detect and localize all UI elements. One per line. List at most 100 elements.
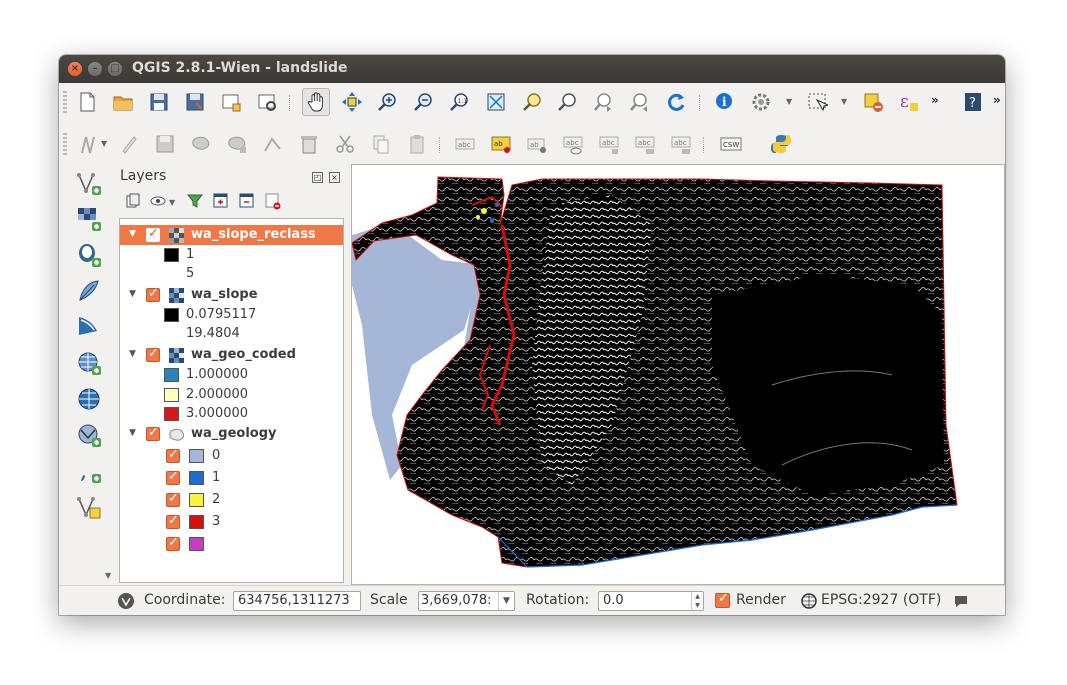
open-project-icon[interactable] [109,88,137,116]
zoom-out-icon[interactable] [410,88,438,116]
change-label-icon[interactable]: abc [667,130,695,158]
close-panel-button[interactable]: × [329,172,340,183]
category-checkbox[interactable] [166,491,180,507]
deselect-icon[interactable] [859,88,887,116]
legend-item[interactable]: 3 [120,512,343,532]
add-group-icon[interactable] [123,191,143,211]
crs-status[interactable]: EPSG:2927 (OTF) [821,592,941,608]
move-feature-icon[interactable] [223,130,251,158]
rotate-label-icon[interactable]: abc [631,130,659,158]
legend-item: 2.000000 [120,385,343,405]
category-checkbox[interactable] [166,513,180,529]
messages-icon[interactable] [117,592,135,610]
save-project-icon[interactable] [145,88,173,116]
pan-to-selection-icon[interactable] [338,88,366,116]
render-checkbox[interactable] [715,591,730,608]
measure-icon[interactable] [747,88,775,116]
legend-item[interactable]: 0 [120,446,343,466]
add-wms-layer-icon[interactable] [75,349,103,377]
add-mssql-layer-icon[interactable] [75,313,103,341]
filter-legend-icon[interactable] [185,191,205,211]
zoom-full-icon[interactable] [482,88,510,116]
layer-row-wa-geo-coded[interactable]: ▼ wa_geo_coded [120,345,343,365]
zoom-in-icon[interactable] [374,88,402,116]
window-title: QGIS 2.8.1-Wien - landslide [132,60,348,76]
pin-label-icon[interactable]: ab [523,130,551,158]
manage-visibility-icon[interactable] [149,191,169,211]
legend-item[interactable]: 1 [120,468,343,488]
log-messages-icon[interactable] [953,594,969,608]
svg-text:ε: ε [900,92,909,112]
layer-visibility-checkbox[interactable] [146,425,160,441]
collapse-all-icon[interactable] [237,191,257,211]
epsilon-icon[interactable]: ε [895,88,923,116]
svg-text:abc: abc [638,139,651,147]
zoom-native-icon[interactable]: 1:1 [446,88,474,116]
add-raster-layer-icon[interactable] [75,205,103,233]
map-canvas[interactable] [351,164,1005,585]
label-tool-icon[interactable]: abc [451,130,479,158]
legend-item: 1 [120,245,343,265]
add-wfs-layer-icon[interactable] [75,421,103,449]
zoom-last-icon[interactable] [554,88,582,116]
legend-item[interactable] [120,534,343,554]
expand-all-icon[interactable] [211,191,231,211]
add-delimited-text-icon[interactable]: , [75,457,103,485]
zoom-next-icon[interactable] [590,88,618,116]
add-postgis-layer-icon[interactable] [75,241,103,269]
layer-row-wa-geology[interactable]: ▼ wa_geology [120,424,343,444]
show-label-icon[interactable]: abc [559,130,587,158]
composer-manager-icon[interactable] [253,88,281,116]
legend-swatch [189,449,204,463]
rotation-spinbox[interactable]: 0.0 ▲ ▼ [598,591,704,611]
close-window-button[interactable]: × [68,62,82,76]
category-checkbox[interactable] [166,447,180,463]
category-checkbox[interactable] [166,469,180,485]
refresh-icon[interactable] [662,88,690,116]
new-print-composer-icon[interactable] [217,88,245,116]
add-wcs-layer-icon[interactable] [75,385,103,413]
maximize-window-button[interactable]: □ [108,62,122,76]
zoom-next2-icon[interactable] [626,88,654,116]
layer-visibility-checkbox[interactable] [146,286,160,302]
copy-icon[interactable] [367,130,395,158]
python-icon[interactable] [767,130,795,158]
scale-combobox[interactable]: :3,669,078 ▼ [418,591,515,611]
csw-icon[interactable]: CSW [717,130,745,158]
save-as-icon[interactable] [181,88,209,116]
toolbar-grip-2[interactable] [63,133,67,155]
digitize-icon[interactable] [75,130,103,158]
layer-visibility-checkbox[interactable] [146,346,160,362]
layer-visibility-checkbox[interactable] [146,226,160,242]
float-panel-button[interactable]: ◰ [312,172,323,183]
add-vector-layer-icon[interactable] [75,169,103,197]
legend-item[interactable]: 2 [120,490,343,510]
minimize-window-button[interactable]: – [88,62,102,76]
paste-icon[interactable] [403,130,431,158]
zoom-to-layer-icon[interactable] [518,88,546,116]
toggle-editing-icon[interactable] [115,130,143,158]
help-icon[interactable]: ? [959,88,987,116]
delete-selected-icon[interactable] [295,130,323,158]
add-spatialite-layer-icon[interactable] [75,277,103,305]
category-checkbox[interactable] [166,535,180,551]
crs-globe-icon[interactable] [801,593,817,609]
pan-icon[interactable] [302,88,330,116]
add-feature-icon[interactable] [187,130,215,158]
node-tool-icon[interactable] [259,130,287,158]
select-icon[interactable] [803,88,831,116]
layer-row-wa-slope[interactable]: ▼ wa_slope [120,285,343,305]
identify-icon[interactable]: i [711,88,739,116]
label-highlight-icon[interactable]: ab [487,130,515,158]
new-project-icon[interactable] [73,88,101,116]
save-edits-icon[interactable] [151,130,179,158]
coordinate-field[interactable]: 634756,1311273 [233,591,361,611]
layer-row-wa-slope-reclass[interactable]: ▼ wa_slope_reclass [120,225,343,245]
toolbar-grip[interactable] [63,91,67,113]
coordinate-label: Coordinate: [144,592,226,608]
cut-icon[interactable] [331,130,359,158]
new-shapefile-icon[interactable] [75,493,103,521]
move-label-icon[interactable]: abc [595,130,623,158]
remove-layer-icon[interactable] [263,191,283,211]
scale-value: :3,669,078 [421,593,492,608]
